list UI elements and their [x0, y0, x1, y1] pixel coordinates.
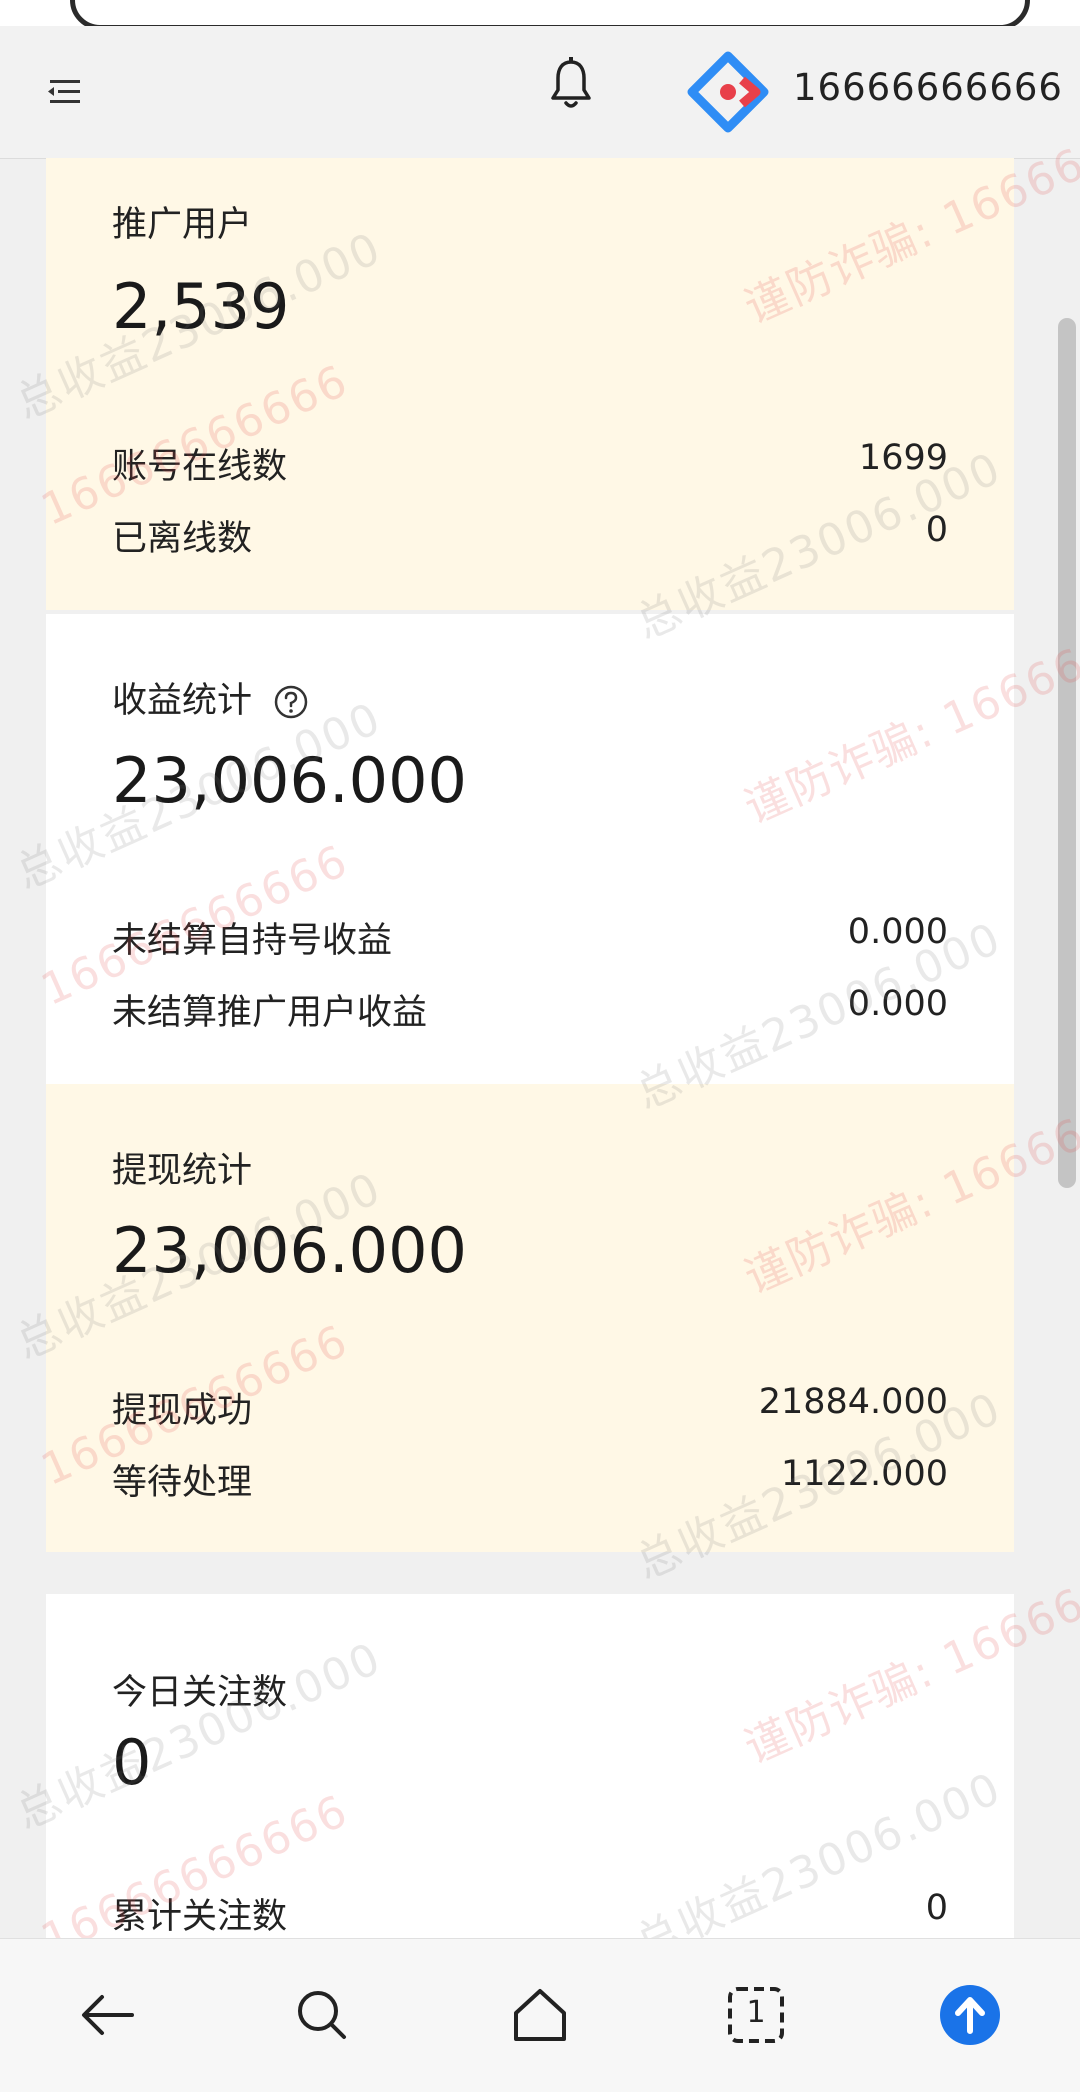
online-accounts-value: 1699	[858, 438, 948, 478]
income-stats-title: 收益统计	[112, 672, 309, 723]
follow-total-value: 0	[925, 1888, 948, 1928]
tab-count: 1	[746, 1995, 766, 2030]
withdraw-success-label: 提现成功	[112, 1391, 253, 1431]
browser-bottom-bar: 1	[0, 1938, 1080, 2092]
tabs-icon[interactable]: 1	[724, 1983, 788, 2047]
withdraw-total: 23,006.000	[112, 1214, 467, 1287]
offline-accounts-value: 0	[925, 510, 948, 550]
search-icon[interactable]	[290, 1983, 354, 2047]
follow-total-label: 累计关注数	[112, 1897, 288, 1937]
app-header: 16666666666	[0, 26, 1080, 159]
follow-today-count: 0	[112, 1726, 152, 1799]
scrollbar[interactable]	[1058, 318, 1076, 1188]
online-accounts-label: 账号在线数	[112, 447, 288, 487]
withdraw-stats-card: 提现统计 23,006.000 提现成功 21884.000 等待处理 1122…	[46, 1084, 1014, 1552]
withdraw-success-value: 21884.000	[758, 1382, 948, 1422]
top-strip	[0, 0, 1080, 30]
withdraw-pending-value: 1122.000	[780, 1454, 948, 1494]
unsettled-own-label: 未结算自持号收益	[112, 921, 393, 961]
help-icon[interactable]	[273, 684, 309, 720]
offline-accounts-label: 已离线数	[112, 519, 253, 559]
income-total: 23,006.000	[112, 744, 467, 817]
withdraw-pending-label: 等待处理	[112, 1463, 253, 1503]
follow-today-title: 今日关注数	[112, 1673, 288, 1713]
user-phone[interactable]: 16666666666	[793, 66, 1063, 109]
menu-icon[interactable]	[44, 74, 84, 110]
unsettled-promo-label: 未结算推广用户收益	[112, 993, 428, 1033]
home-icon[interactable]	[508, 1983, 572, 2047]
promo-users-card: 推广用户 2,539 账号在线数 1699 已离线数 0	[46, 158, 1014, 610]
upload-icon[interactable]	[938, 1983, 1002, 2047]
follow-stats-card: 今日关注数 0 累计关注数 0	[46, 1594, 1014, 1938]
unsettled-own-value: 0.000	[847, 912, 948, 952]
back-icon[interactable]	[76, 1983, 140, 2047]
withdraw-stats-title: 提现统计	[112, 1151, 253, 1191]
promo-users-title: 推广用户	[112, 205, 253, 245]
bell-icon[interactable]	[548, 56, 594, 112]
income-stats-title-text: 收益统计	[112, 681, 253, 721]
dashboard-content: 推广用户 2,539 账号在线数 1699 已离线数 0 收益统计 23,006…	[0, 158, 1080, 1938]
logo-icon	[687, 51, 769, 133]
promo-users-count: 2,539	[112, 270, 290, 343]
unsettled-promo-value: 0.000	[847, 984, 948, 1024]
